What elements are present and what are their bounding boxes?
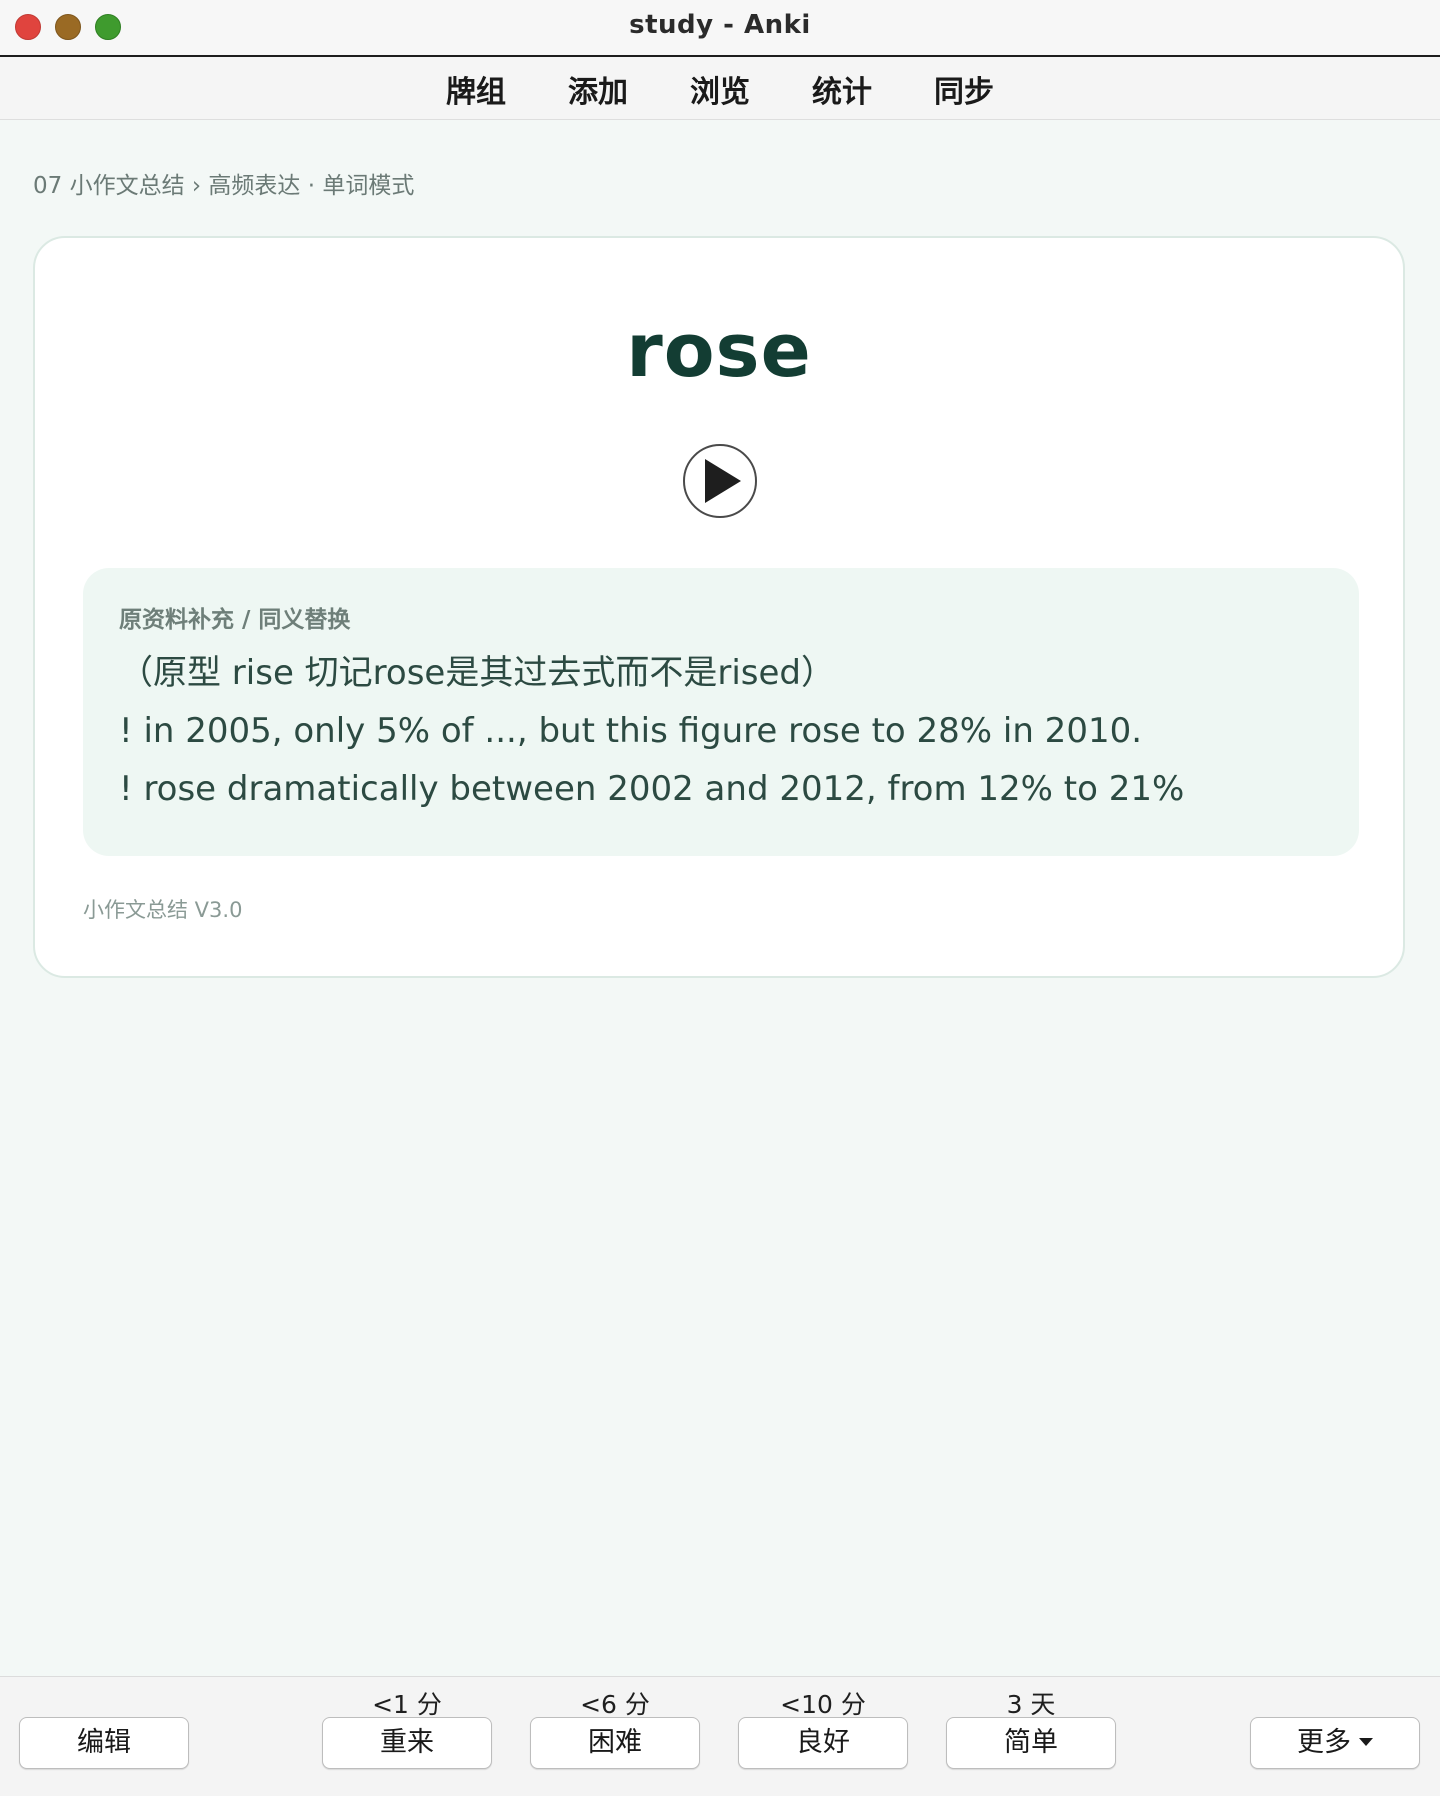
toolbar-sync[interactable]: 同步 (932, 67, 996, 111)
good-button[interactable]: 良好 (738, 1717, 908, 1769)
toolbar-decks[interactable]: 牌组 (444, 67, 508, 111)
anki-window: study - Anki 牌组 添加 浏览 统计 同步 07 小作文总结 › 高… (0, 0, 1440, 1796)
toolbar-browse[interactable]: 浏览 (688, 67, 752, 111)
notes-line: （原型 rise 切记rose是其过去式而不是rised） (119, 653, 835, 693)
play-icon (705, 459, 741, 503)
card-word: rose (626, 308, 812, 394)
breadcrumb: 07 小作文总结 › 高频表达 · 单词模式 (33, 173, 415, 199)
again-button[interactable]: 重来 (322, 1717, 492, 1769)
notes-box: 原资料补充 / 同义替换 （原型 rise 切记rose是其过去式而不是rise… (83, 568, 1359, 856)
notes-line: ! rose dramatically between 2002 and 201… (119, 769, 1185, 809)
window-title: study - Anki (629, 10, 811, 40)
easy-interval: 3 天 (1006, 1690, 1056, 1719)
main-toolbar: 牌组 添加 浏览 统计 同步 (0, 57, 1440, 120)
again-interval: <1 分 (372, 1690, 442, 1719)
review-bottom-bar: 编辑 <1 分 重来 <6 分 困难 <10 分 良好 3 天 简单 更多 (0, 1676, 1440, 1796)
play-audio-button[interactable] (683, 444, 757, 518)
title-bar: study - Anki (0, 0, 1440, 57)
toolbar-stats[interactable]: 统计 (810, 67, 874, 111)
more-button-label: 更多 (1297, 1727, 1351, 1758)
toolbar-add[interactable]: 添加 (566, 67, 630, 111)
easy-button[interactable]: 简单 (946, 1717, 1116, 1769)
template-version: 小作文总结 V3.0 (83, 898, 243, 922)
hard-interval: <6 分 (580, 1690, 650, 1719)
caret-down-icon (1359, 1738, 1373, 1746)
good-interval: <10 分 (780, 1690, 866, 1719)
hard-button[interactable]: 困难 (530, 1717, 700, 1769)
flashcard: rose 原资料补充 / 同义替换 （原型 rise 切记rose是其过去式而不… (33, 236, 1405, 978)
notes-line: ! in 2005, only 5% of ..., but this figu… (119, 711, 1143, 751)
edit-button[interactable]: 编辑 (19, 1717, 189, 1769)
more-button[interactable]: 更多 (1250, 1717, 1420, 1769)
notes-label: 原资料补充 / 同义替换 (119, 607, 351, 633)
